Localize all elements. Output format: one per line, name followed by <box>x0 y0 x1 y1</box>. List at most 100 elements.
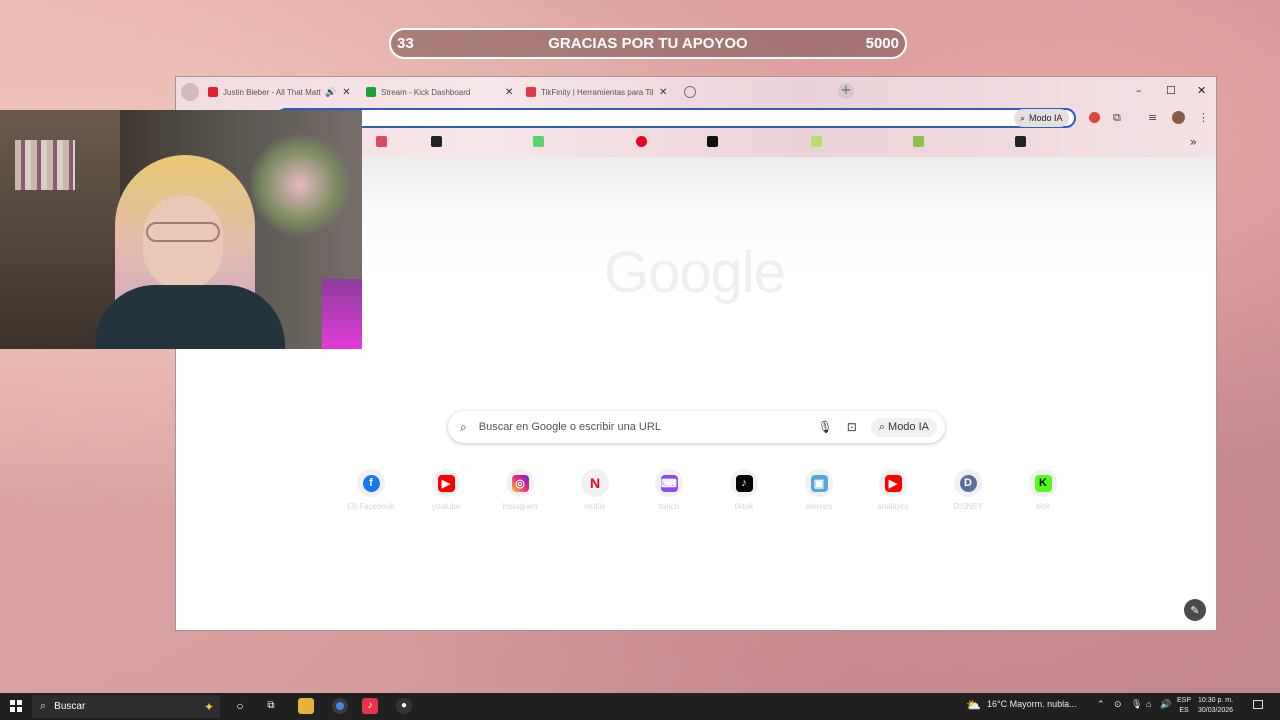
weather-text[interactable]: 16°C Mayorm. nubla... <box>987 699 1077 709</box>
instagram-icon: ◎ <box>511 474 529 492</box>
clock-time: 10:30 p. m. <box>1198 697 1234 704</box>
youtube-icon: ▶ <box>437 474 455 492</box>
shortcut-label: (3) Facebook <box>347 502 395 511</box>
ai-mode-chip[interactable]: ⌕ Modo IA <box>1014 109 1069 127</box>
windows-taskbar: ⌕ Buscar ✦ ○ ⧉ ♪ ● ⛅ 16°C Mayorm. nubla.… <box>0 693 1280 720</box>
kick-favicon-icon <box>366 87 376 97</box>
tab-label: Stream - Kick Dashboard <box>381 87 471 97</box>
tab-label: TikFinity | Herramientas para TikTok <box>541 87 653 97</box>
obs-icon[interactable]: ● <box>396 698 412 714</box>
language-indicator[interactable]: ESP ES <box>1177 696 1191 716</box>
microphone-icon[interactable]: 🎙 <box>1131 699 1142 710</box>
volume-icon[interactable]: 🔊 <box>1160 699 1171 710</box>
shortcut-aternos[interactable]: ▣ aternos <box>784 469 854 511</box>
new-tab-button[interactable]: + <box>838 83 854 99</box>
tab-strip: Justin Bieber - All That Matters 🔊 ✕ Str… <box>176 79 1216 103</box>
chrome-icon[interactable] <box>332 698 348 714</box>
extensions-icon[interactable]: ⧉ <box>1113 111 1121 125</box>
task-view-icon[interactable]: ⧉ <box>263 698 279 714</box>
shortcut-twitch[interactable]: ⌨ twitch <box>634 469 704 511</box>
tab-tikfinity[interactable]: TikFinity | Herramientas para TikTok ✕ <box>526 81 667 103</box>
search-tab-icon <box>684 86 696 98</box>
close-icon[interactable]: ✕ <box>1197 84 1206 97</box>
weather-icon[interactable]: ⛅ <box>966 698 981 712</box>
shortcut-icon-bg: ▣ <box>805 469 833 497</box>
search-input[interactable] <box>476 420 804 434</box>
clock[interactable]: 10:30 p. m. 30/03/2026 <box>1198 696 1233 716</box>
profile-avatar[interactable] <box>1172 111 1185 124</box>
clock-date: 30/03/2026 <box>1198 707 1234 714</box>
shortcuts-grid: f (3) Facebook ▶ youtube ◎ instagram N n… <box>336 469 1057 529</box>
aternos-icon: ▣ <box>810 474 828 492</box>
facebook-icon: f <box>362 474 380 492</box>
tab-close-icon[interactable]: ✕ <box>505 87 513 98</box>
bookmark-icon[interactable] <box>431 136 442 147</box>
tab-close-icon[interactable]: ✕ <box>659 87 667 98</box>
tray-chevron-icon[interactable]: ⌃ <box>1097 699 1105 710</box>
shortcut-tiktok[interactable]: ♪ tiktok <box>709 469 779 511</box>
tiktok-icon: ♪ <box>735 474 753 492</box>
microphone-icon[interactable]: 🎙 <box>818 420 833 434</box>
bookmark-icon[interactable] <box>913 136 924 147</box>
taskbar-search-label: Buscar <box>54 701 86 712</box>
profile-tab-icon[interactable] <box>181 83 199 101</box>
shortcut-label: aternos <box>805 502 833 511</box>
customize-pencil-icon[interactable]: ✎ <box>1184 599 1206 621</box>
bookmark-icon[interactable] <box>376 136 387 147</box>
shortcut-kick[interactable]: K kick <box>1008 469 1078 511</box>
windows-start-icon[interactable] <box>10 700 22 712</box>
shortcut-label: analitycs <box>877 502 909 511</box>
streamer-body <box>95 285 285 349</box>
minimize-icon[interactable]: – <box>1136 84 1142 97</box>
bookmarks-overflow-icon[interactable]: » <box>1190 135 1197 149</box>
tikfinity-favicon-icon <box>526 87 536 97</box>
google-lens-icon[interactable]: ⊡ <box>847 420 857 434</box>
ai-mode-label: Modo IA <box>888 420 929 433</box>
network-icon[interactable]: ⌂ <box>1146 699 1151 709</box>
shortcut-label: kick <box>1036 502 1050 511</box>
maximize-icon[interactable]: ☐ <box>1166 84 1176 97</box>
taskbar-search[interactable]: ⌕ Buscar ✦ <box>32 695 220 718</box>
shortcut-youtube[interactable]: ▶ youtube <box>411 469 481 511</box>
netflix-icon: N <box>589 475 601 491</box>
shortcut-disney[interactable]: D DISNEY <box>933 469 1003 511</box>
google-search-box[interactable]: ⌕ 🎙 ⊡ ⌕ Modo IA <box>448 411 945 443</box>
bookmark-icon[interactable] <box>707 136 718 147</box>
shortcut-icon-bg: ▶ <box>879 469 907 497</box>
ai-mode-button[interactable]: ⌕ Modo IA <box>870 417 937 437</box>
tab-kick-dashboard[interactable]: Stream - Kick Dashboard ✕ <box>366 81 513 103</box>
menu-icon[interactable]: ⋮ <box>1198 111 1209 124</box>
meet-icon[interactable]: ⊙ <box>1114 699 1122 710</box>
reading-list-icon[interactable]: ≡ <box>1148 111 1157 124</box>
shortcut-analitycs[interactable]: ▶ analitycs <box>858 469 928 511</box>
cortana-icon[interactable]: ○ <box>232 698 248 714</box>
copilot-sparkle-icon: ✦ <box>203 699 214 714</box>
tab-newtab-active[interactable] <box>684 81 696 103</box>
shortcut-facebook[interactable]: f (3) Facebook <box>336 469 406 511</box>
adblock-extension-icon[interactable] <box>1089 112 1100 123</box>
shortcut-icon-bg: ▶ <box>432 469 460 497</box>
tab-label: Justin Bieber - All That Matters <box>223 87 321 97</box>
file-explorer-icon[interactable] <box>298 698 314 714</box>
search-icon: ⌕ <box>460 419 467 434</box>
shortcut-icon-bg: K <box>1029 469 1057 497</box>
tab-close-icon[interactable]: ✕ <box>342 87 350 98</box>
ai-mode-label: Modo IA <box>1029 113 1063 123</box>
notification-icon[interactable] <box>1253 700 1263 709</box>
lang-bottom: ES <box>1179 707 1189 714</box>
speaker-icon[interactable]: 🔊 <box>325 87 336 98</box>
goal-target: 5000 <box>865 35 899 52</box>
tab-youtube[interactable]: Justin Bieber - All That Matters 🔊 ✕ <box>208 81 351 103</box>
bookmark-icon[interactable] <box>811 136 822 147</box>
shortcut-icon-bg: D <box>954 469 982 497</box>
bookmark-icon[interactable] <box>533 136 544 147</box>
tiktok-studio-icon[interactable]: ♪ <box>362 698 378 714</box>
shortcut-instagram[interactable]: ◎ instagram <box>485 469 555 511</box>
bookmark-icon[interactable] <box>1015 136 1026 147</box>
shortcut-netflix[interactable]: N netflix <box>560 469 630 511</box>
stream-goal-bar: 33 GRACIAS POR TU APOYOO 5000 <box>389 28 907 59</box>
kick-icon: K <box>1034 474 1052 492</box>
pinterest-bookmark-icon[interactable] <box>636 136 647 147</box>
address-bar[interactable] <box>276 108 1076 128</box>
shortcut-icon-bg: f <box>357 469 385 497</box>
